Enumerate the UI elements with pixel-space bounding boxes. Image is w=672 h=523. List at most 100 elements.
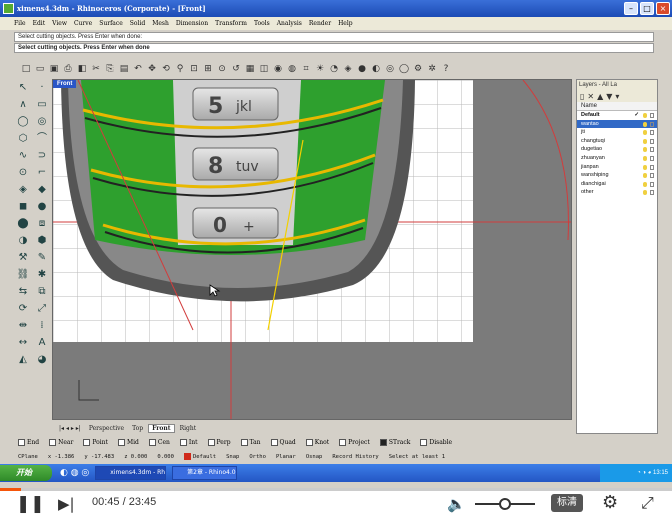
copy-icon[interactable]: ⎘	[104, 63, 116, 75]
text-icon[interactable]: A	[34, 335, 50, 350]
task-rhino[interactable]: ximens4.3dm - Rh	[95, 466, 167, 480]
move-icon[interactable]: ⇆	[15, 284, 31, 299]
osnap-project[interactable]: Project	[339, 439, 370, 446]
print-icon[interactable]: ⎙	[62, 63, 74, 75]
color-wheel-icon[interactable]: ◐	[370, 63, 382, 75]
delete-layer-icon[interactable]: ✕	[587, 92, 594, 101]
new-file-icon[interactable]: □	[20, 63, 32, 75]
task-document[interactable]: 第2章 - Rhino4.0	[172, 466, 237, 480]
undo-icon[interactable]: ↶	[132, 63, 144, 75]
layer-row[interactable]: Default ✓	[577, 111, 657, 120]
viewport-label[interactable]: Front	[53, 80, 77, 88]
bulb-icon[interactable]	[643, 121, 647, 127]
lock-icon[interactable]	[650, 164, 654, 170]
cylinder-icon[interactable]: ⬤	[15, 216, 31, 231]
explode-icon[interactable]: ✱	[34, 267, 50, 282]
paste-icon[interactable]: ▤	[118, 63, 130, 75]
status-cplane[interactable]: CPlane	[18, 454, 38, 460]
next-icon[interactable]: ▶|	[58, 495, 75, 513]
start-button[interactable]: 开始	[0, 465, 52, 481]
osnap-tan[interactable]: Tan	[240, 439, 261, 446]
offset-icon[interactable]: ⊃	[34, 148, 50, 163]
osnap-int[interactable]: Int	[179, 439, 198, 446]
grid-snap-icon[interactable]: ⌗	[300, 63, 312, 75]
lock-icon[interactable]	[650, 130, 654, 136]
osnap-end[interactable]: End	[18, 439, 39, 446]
tab-front[interactable]: Front	[148, 424, 175, 433]
filter-icon[interactable]: ▾	[615, 92, 619, 101]
layer-row[interactable]: zhuanyan	[577, 154, 657, 163]
volume-knob[interactable]	[499, 498, 511, 510]
tray-icons[interactable]: ◔ ◑ ◕	[637, 470, 653, 476]
bulb-icon[interactable]	[643, 190, 647, 196]
bulb-icon[interactable]	[643, 155, 647, 161]
tab-top[interactable]: Top	[129, 425, 146, 432]
osnap-cen[interactable]: Cen	[148, 439, 170, 446]
maximize-button[interactable]: □	[640, 2, 654, 15]
mirror-icon[interactable]: ⇹	[15, 318, 31, 333]
osnap-perp[interactable]: Perp	[207, 439, 231, 446]
menu-dimension[interactable]: Dimension	[176, 20, 208, 27]
layer-row[interactable]: dugetiao	[577, 145, 657, 154]
menu-curve[interactable]: Curve	[74, 20, 92, 27]
bulb-icon[interactable]	[643, 164, 647, 170]
layer-row[interactable]: jti	[577, 128, 657, 137]
properties-icon[interactable]: ◔	[328, 63, 340, 75]
rectangle-icon[interactable]: ▭	[34, 97, 50, 112]
layer-row[interactable]: jianpan	[577, 163, 657, 172]
osnap-quad[interactable]: Quad	[270, 439, 296, 446]
bulb-icon[interactable]	[643, 181, 647, 187]
array-icon[interactable]: ⁞	[34, 318, 50, 333]
dimension-icon[interactable]: ↔	[15, 335, 31, 350]
move-up-icon[interactable]: ▲	[597, 92, 603, 101]
bulb-icon[interactable]	[643, 130, 647, 136]
osnap-near[interactable]: Near	[49, 439, 73, 446]
light-icon[interactable]: ☀	[314, 63, 326, 75]
lock-icon[interactable]	[650, 121, 654, 127]
zoom-selected-icon[interactable]: ⊙	[216, 63, 228, 75]
lock-icon[interactable]	[650, 113, 654, 118]
osnap-strack[interactable]: STrack	[379, 439, 410, 446]
status-layer[interactable]: Default	[183, 453, 216, 460]
tab-perspective[interactable]: Perspective	[86, 425, 127, 432]
circle-icon[interactable]: ◯	[15, 114, 31, 129]
analyze-icon[interactable]: ◭	[15, 352, 31, 367]
pause-icon[interactable]: ❚❚	[16, 495, 45, 513]
trim-icon[interactable]: ✎	[34, 250, 50, 265]
line-icon[interactable]: ∧	[15, 97, 31, 112]
lock-icon[interactable]	[650, 147, 654, 153]
zoom-icon[interactable]: ⚲	[174, 63, 186, 75]
tab-right[interactable]: Right	[177, 425, 200, 432]
options-icon[interactable]: ⚙	[412, 63, 424, 75]
boolean-icon[interactable]: ◑	[15, 233, 31, 248]
cut-icon[interactable]: ✂	[90, 63, 102, 75]
select-arrow-icon[interactable]: ↖	[15, 80, 31, 95]
rotate-icon[interactable]: ⟳	[15, 301, 31, 316]
status-planar[interactable]: Planar	[276, 454, 296, 460]
wireframe-icon[interactable]: ◫	[258, 63, 270, 75]
quality-button[interactable]: 标清	[551, 494, 583, 512]
box-icon[interactable]: ◼	[15, 199, 31, 214]
lock-icon[interactable]	[650, 190, 654, 196]
polygon-icon[interactable]: ⬡	[15, 131, 31, 146]
ellipse-icon[interactable]: ◎	[34, 114, 50, 129]
open-file-icon[interactable]: ▭	[34, 63, 46, 75]
menu-surface[interactable]: Surface	[99, 20, 123, 27]
fillet-icon[interactable]: ⊙	[15, 165, 31, 180]
surface-icon[interactable]: ◈	[15, 182, 31, 197]
mesh-icon[interactable]: ⬢	[34, 233, 50, 248]
bulb-icon[interactable]	[643, 147, 647, 153]
arc-icon[interactable]: ⌒	[34, 131, 50, 146]
status-snap[interactable]: Snap	[226, 454, 239, 460]
rotate-view-icon[interactable]: ⟲	[160, 63, 172, 75]
sphere-icon[interactable]: ◎	[384, 63, 396, 75]
point-icon[interactable]: ·	[34, 80, 50, 95]
save-icon[interactable]: ▣	[48, 63, 60, 75]
command-prompt[interactable]: Select cutting objects. Press Enter when…	[14, 43, 654, 53]
bulb-icon[interactable]	[643, 138, 647, 144]
menu-edit[interactable]: Edit	[33, 20, 46, 27]
status-ortho[interactable]: Ortho	[249, 454, 266, 460]
four-view-icon[interactable]: ▦	[244, 63, 256, 75]
osnap-disable[interactable]: Disable	[420, 439, 452, 446]
join-icon[interactable]: ⛓	[15, 267, 31, 282]
